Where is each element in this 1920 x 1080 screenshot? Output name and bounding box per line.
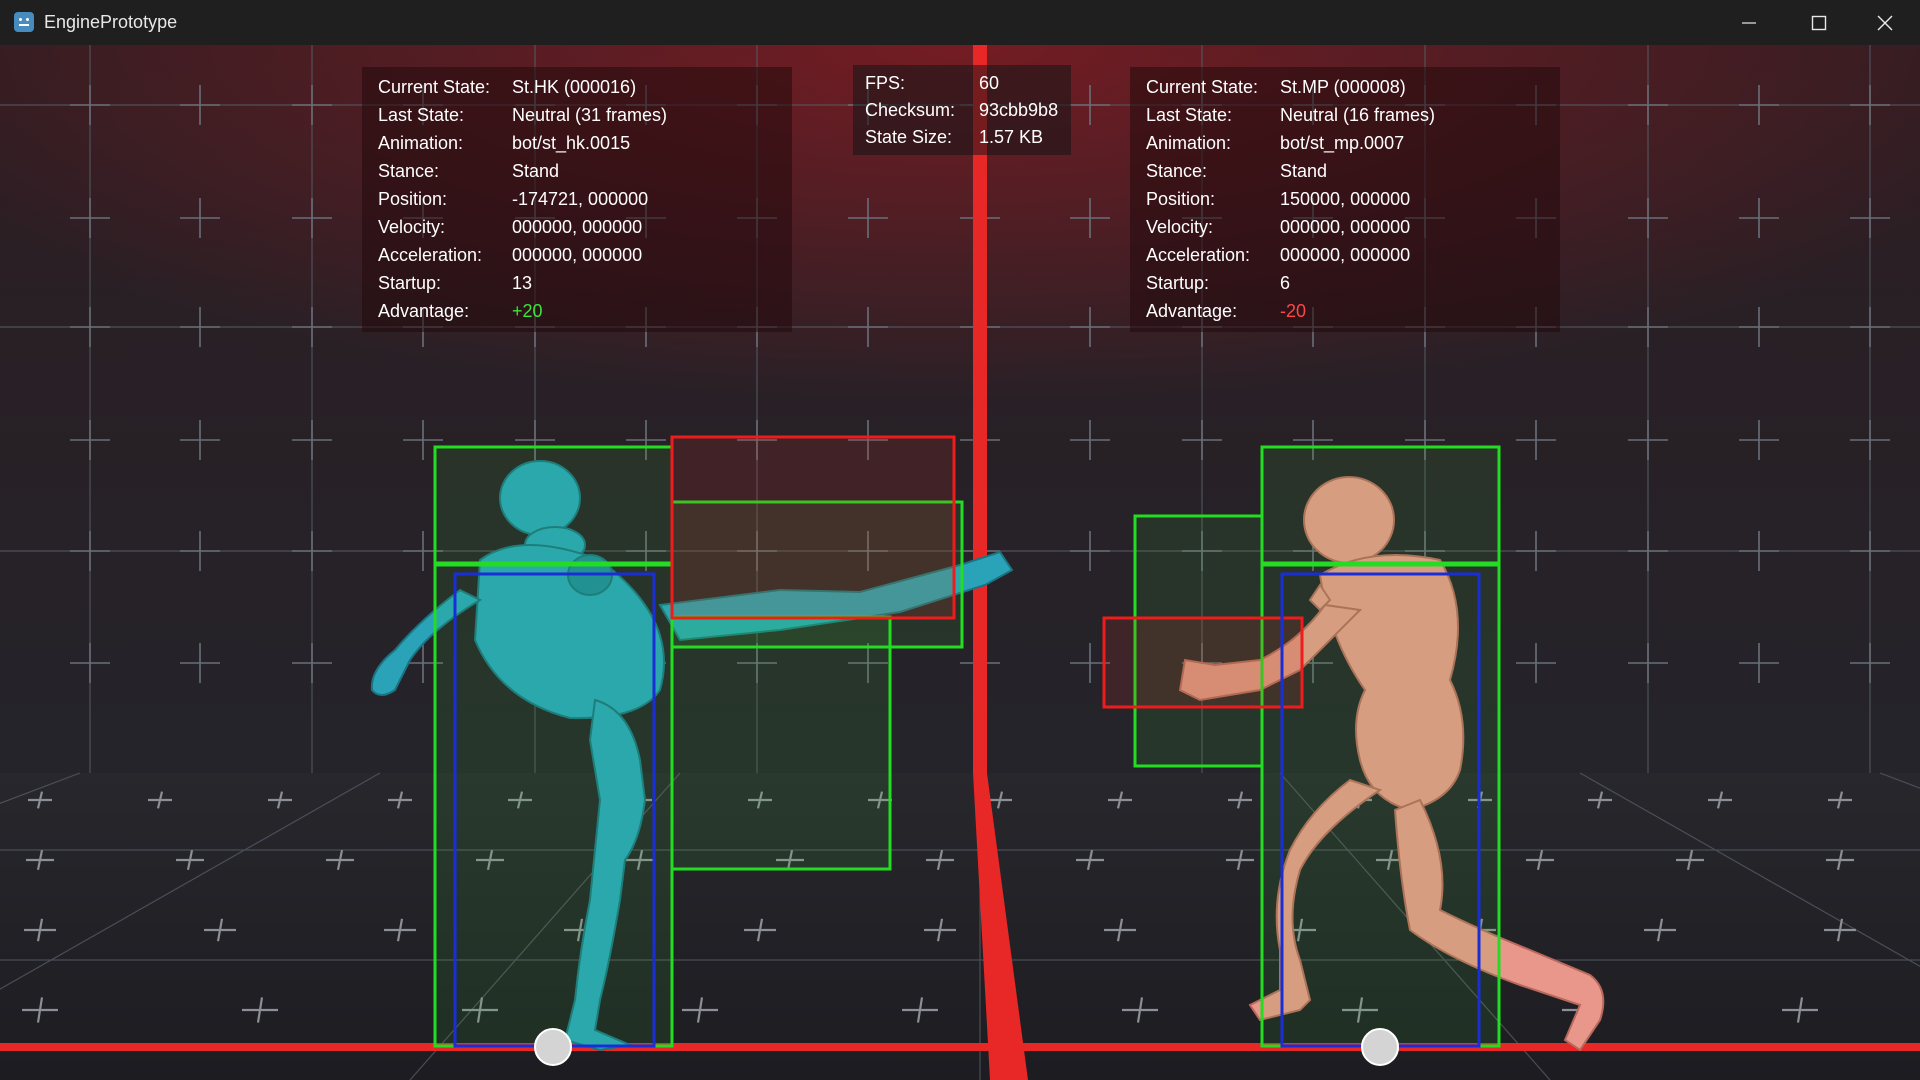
player2-debug-panel: Current State: St.MP (000008) Last State:… bbox=[1130, 67, 1560, 332]
value-fps: 60 bbox=[979, 73, 1000, 93]
label-startup: Startup: bbox=[1146, 273, 1210, 293]
player1-hurtbox-lower bbox=[670, 615, 892, 871]
value-position: 150000, 000000 bbox=[1280, 189, 1411, 209]
label-velocity: Velocity: bbox=[378, 217, 446, 237]
label-animation: Animation: bbox=[378, 133, 464, 153]
close-icon bbox=[1877, 15, 1893, 30]
minimize-icon bbox=[1742, 21, 1756, 24]
maximize-icon bbox=[1811, 15, 1827, 30]
player2-hurtbox-upper bbox=[1260, 445, 1501, 567]
maximize-button[interactable] bbox=[1784, 0, 1854, 45]
value-velocity: 000000, 000000 bbox=[512, 217, 643, 237]
game-window: EnginePrototype Current State: St.HK (00… bbox=[0, 0, 1920, 1080]
godot-engine-icon bbox=[14, 12, 34, 32]
label-startup: Startup: bbox=[378, 273, 442, 293]
value-last-state: Neutral (31 frames) bbox=[512, 105, 668, 125]
label-last-state: Last State: bbox=[378, 105, 465, 125]
player2-hitbox bbox=[1102, 616, 1304, 709]
value-last-state: Neutral (16 frames) bbox=[1280, 105, 1436, 125]
value-velocity: 000000, 000000 bbox=[1280, 217, 1411, 237]
label-advantage: Advantage: bbox=[378, 301, 470, 321]
player1-hurtbox-upper bbox=[433, 445, 674, 567]
value-acceleration: 000000, 000000 bbox=[1280, 245, 1411, 265]
value-current-state: St.MP (000008) bbox=[1280, 77, 1406, 97]
label-last-state: Last State: bbox=[1146, 105, 1233, 125]
ground-line bbox=[0, 1043, 1920, 1051]
player1-hurtbox-body bbox=[433, 561, 674, 1048]
label-stance: Stance: bbox=[1146, 161, 1208, 181]
title-bar[interactable]: EnginePrototype bbox=[0, 0, 1920, 45]
game-viewport[interactable]: Current State: St.HK (000016) Last State:… bbox=[0, 45, 1920, 1080]
value-animation: bot/st_mp.0007 bbox=[1280, 133, 1405, 153]
label-advantage: Advantage: bbox=[1146, 301, 1238, 321]
close-button[interactable] bbox=[1850, 0, 1920, 45]
value-stance: Stand bbox=[1280, 161, 1328, 181]
label-position: Position: bbox=[1146, 189, 1216, 209]
value-startup: 6 bbox=[1280, 273, 1291, 293]
game-scene bbox=[0, 45, 1920, 1080]
label-acceleration: Acceleration: bbox=[378, 245, 483, 265]
value-current-state: St.HK (000016) bbox=[512, 77, 637, 97]
label-animation: Animation: bbox=[1146, 133, 1232, 153]
value-checksum: 93cbb9b8 bbox=[979, 100, 1059, 120]
value-stance: Stand bbox=[512, 161, 560, 181]
value-acceleration: 000000, 000000 bbox=[512, 245, 643, 265]
label-position: Position: bbox=[378, 189, 448, 209]
value-advantage-positive: +20 bbox=[512, 301, 543, 321]
label-checksum: Checksum: bbox=[865, 100, 956, 120]
stage-floor bbox=[0, 773, 1920, 1080]
label-state-size: State Size: bbox=[865, 127, 953, 147]
window-title: EnginePrototype bbox=[44, 12, 178, 32]
label-fps: FPS: bbox=[865, 73, 906, 93]
value-startup: 13 bbox=[512, 273, 533, 293]
player1-hitbox bbox=[670, 435, 956, 620]
label-velocity: Velocity: bbox=[1146, 217, 1214, 237]
label-current-state: Current State: bbox=[378, 77, 491, 97]
label-stance: Stance: bbox=[378, 161, 440, 181]
value-state-size: 1.57 KB bbox=[979, 127, 1044, 147]
player2-origin-marker bbox=[1361, 1028, 1399, 1066]
value-animation: bot/st_hk.0015 bbox=[512, 133, 631, 153]
label-acceleration: Acceleration: bbox=[1146, 245, 1251, 265]
value-position: -174721, 000000 bbox=[512, 189, 649, 209]
player1-debug-panel: Current State: St.HK (000016) Last State:… bbox=[362, 67, 792, 332]
minimize-button[interactable] bbox=[1714, 0, 1784, 45]
label-current-state: Current State: bbox=[1146, 77, 1259, 97]
player1-origin-marker bbox=[534, 1028, 572, 1066]
global-debug-panel: FPS: 60 Checksum: 93cbb9b8 State Size: 1.57… bbox=[853, 65, 1071, 155]
value-advantage-negative: -20 bbox=[1280, 301, 1307, 321]
